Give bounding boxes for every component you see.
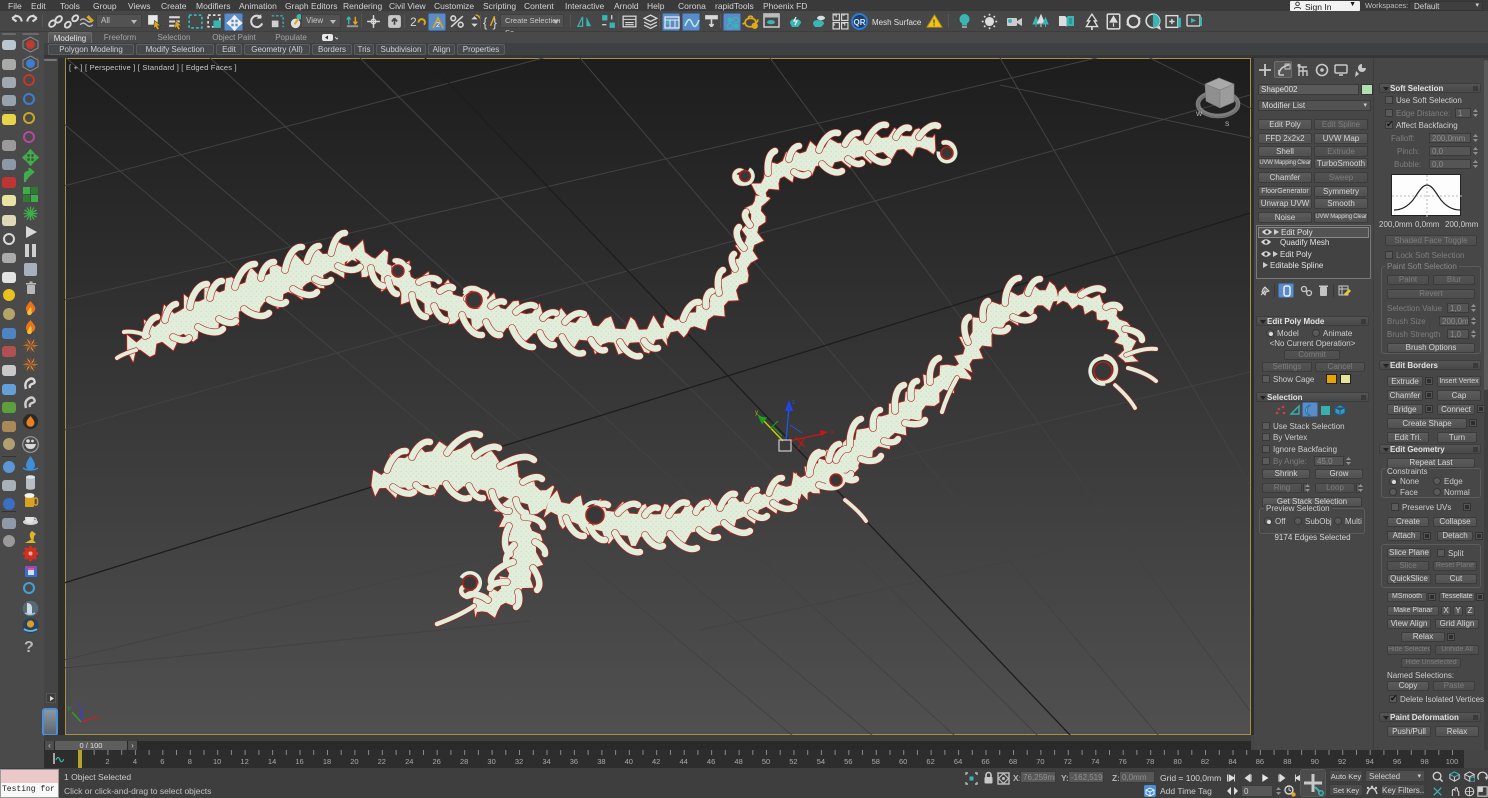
svg-text:W: W <box>1196 111 1203 118</box>
svg-text:62: 62 <box>926 757 934 766</box>
svg-text:68: 68 <box>1009 757 1017 766</box>
svg-text:2: 2 <box>105 757 109 766</box>
svg-text:!: ! <box>933 17 936 27</box>
svg-text:50: 50 <box>762 757 770 766</box>
svg-text:18: 18 <box>323 757 331 766</box>
svg-text:74: 74 <box>1091 757 1099 766</box>
svg-text:78: 78 <box>1146 757 1154 766</box>
svg-text:56: 56 <box>844 757 852 766</box>
svg-text:{: { <box>483 15 488 30</box>
svg-text:S: S <box>1225 121 1230 128</box>
svg-text:16: 16 <box>295 757 303 766</box>
svg-text:40: 40 <box>625 757 633 766</box>
svg-text:38: 38 <box>597 757 605 766</box>
svg-text:88: 88 <box>1283 757 1291 766</box>
svg-text:42: 42 <box>652 757 660 766</box>
svg-text:30: 30 <box>487 757 495 766</box>
svg-text:66: 66 <box>981 757 989 766</box>
svg-text:64: 64 <box>954 757 962 766</box>
svg-text:2: 2 <box>436 22 440 29</box>
svg-text:36: 36 <box>570 757 578 766</box>
svg-text:94: 94 <box>1366 757 1374 766</box>
svg-text:46: 46 <box>707 757 715 766</box>
svg-text:28: 28 <box>460 757 468 766</box>
svg-text:22: 22 <box>378 757 386 766</box>
svg-text:2: 2 <box>410 16 417 29</box>
svg-text:Y: Y <box>67 707 71 713</box>
svg-text:10: 10 <box>213 757 221 766</box>
svg-text:14: 14 <box>268 757 276 766</box>
svg-text:54: 54 <box>817 757 825 766</box>
svg-text:20: 20 <box>350 757 358 766</box>
svg-text:z: z <box>78 702 81 708</box>
svg-text:x: x <box>831 430 834 436</box>
svg-text:82: 82 <box>1201 757 1209 766</box>
svg-text:70: 70 <box>1036 757 1044 766</box>
svg-text:80: 80 <box>1173 757 1181 766</box>
svg-text:8: 8 <box>188 757 192 766</box>
svg-text:76: 76 <box>1119 757 1127 766</box>
svg-text:48: 48 <box>734 757 742 766</box>
svg-text:12: 12 <box>240 757 248 766</box>
svg-text:6: 6 <box>160 757 164 766</box>
svg-text:98: 98 <box>1420 757 1428 766</box>
svg-text:92: 92 <box>1338 757 1346 766</box>
svg-text:26: 26 <box>433 757 441 766</box>
svg-text:y: y <box>755 410 758 416</box>
svg-text:32: 32 <box>515 757 523 766</box>
svg-text:96: 96 <box>1393 757 1401 766</box>
svg-text:60: 60 <box>899 757 907 766</box>
svg-text:86: 86 <box>1256 757 1264 766</box>
svg-text:z: z <box>792 400 795 406</box>
svg-text:44: 44 <box>680 757 688 766</box>
svg-text:100: 100 <box>1446 757 1459 766</box>
svg-text:84: 84 <box>1228 757 1236 766</box>
svg-text:52: 52 <box>789 757 797 766</box>
svg-text:24: 24 <box>405 757 413 766</box>
svg-text:4: 4 <box>133 757 137 766</box>
svg-text:34: 34 <box>542 757 550 766</box>
svg-text:x: x <box>98 716 101 722</box>
svg-text:72: 72 <box>1064 757 1072 766</box>
svg-text:90: 90 <box>1311 757 1319 766</box>
svg-text:58: 58 <box>872 757 880 766</box>
